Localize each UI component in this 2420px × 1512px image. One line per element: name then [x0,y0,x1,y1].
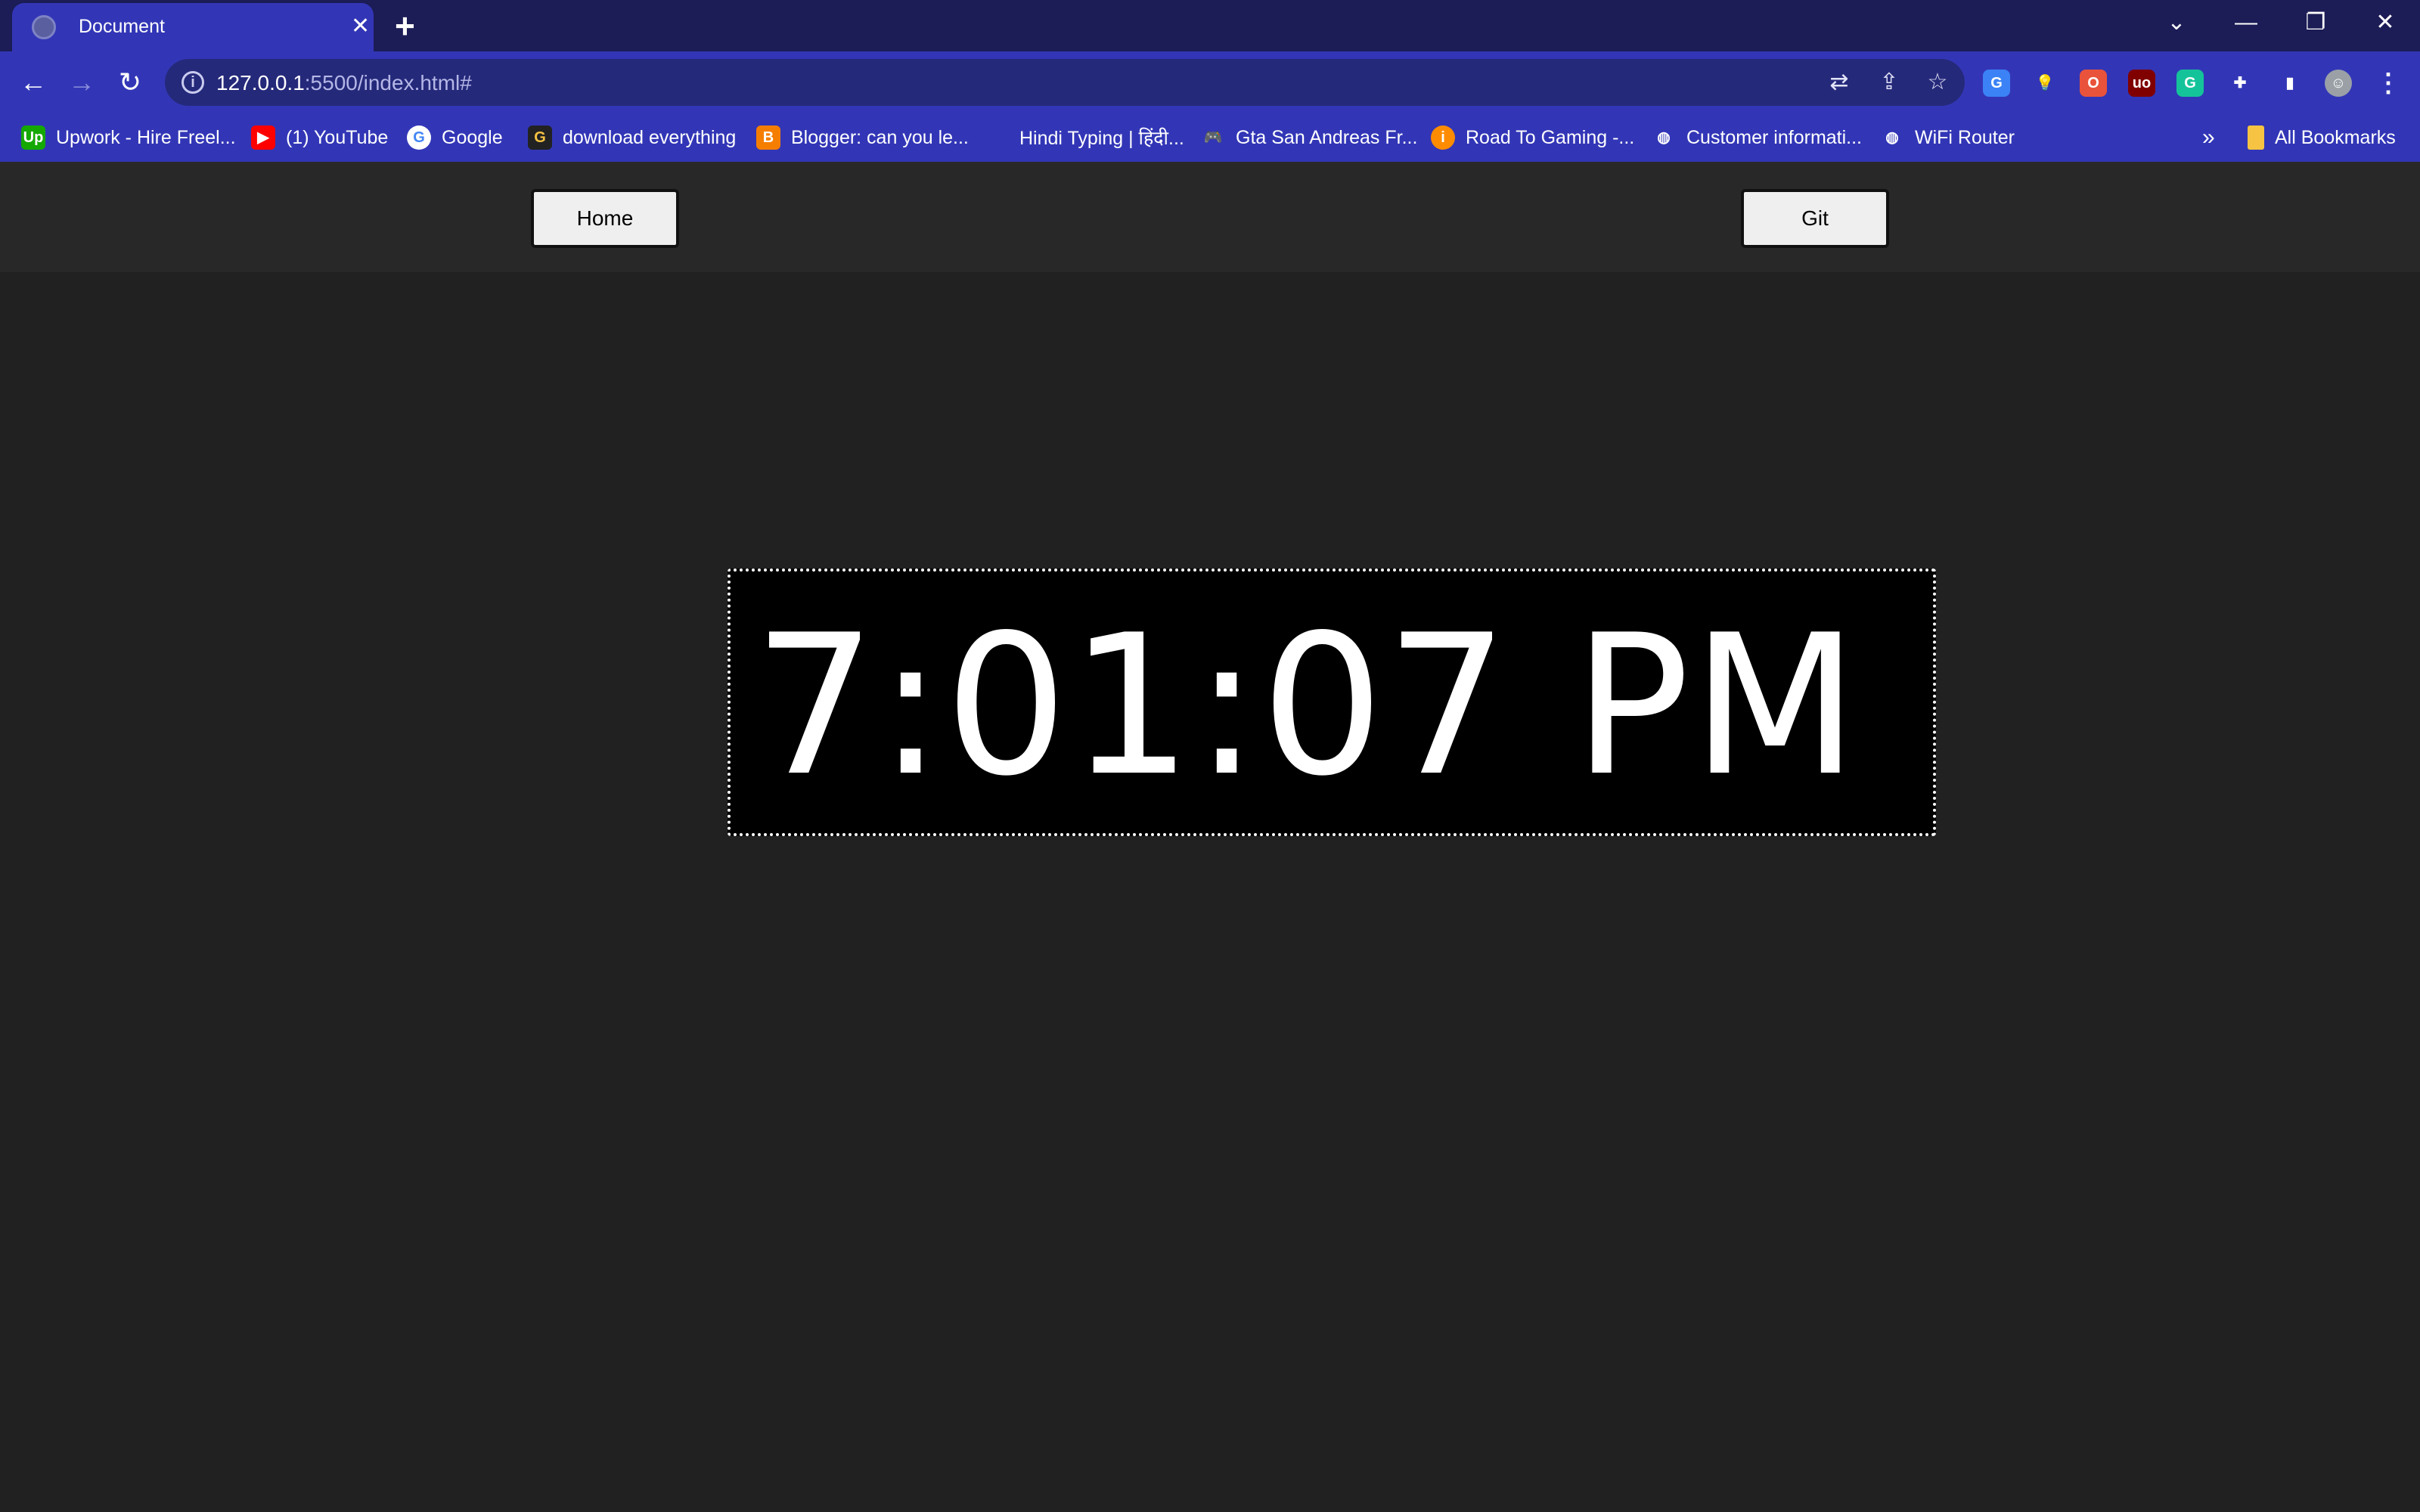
new-tab-icon[interactable]: + [395,8,415,44]
menu-icon[interactable]: ⋮ [2375,70,2402,97]
bookmark-item[interactable]: G Google [407,124,503,151]
bulb-ext-icon[interactable]: 💡 [2031,70,2059,97]
digital-clock: 7:01:07 PM [728,569,1936,836]
globe-favicon-icon [32,15,56,39]
url-path: :5500/index.html# [304,71,472,94]
globe-icon: ◍ [1652,125,1676,150]
git-button[interactable]: Git [1741,189,1889,248]
site-info-icon[interactable]: i [182,71,204,94]
gamepad-icon: 🎮 [1201,125,1225,150]
bookmark-star-icon[interactable]: ☆ [1924,70,1951,97]
bookmark-item[interactable]: Up Upwork - Hire Freel... [21,124,236,151]
opera-ext-icon[interactable]: O [2080,70,2107,97]
profile-avatar-icon[interactable]: ☺ [2325,70,2352,97]
bookmark-label: (1) YouTube [286,126,389,148]
bookmark-label: Customer informati... [1686,126,1863,148]
puzzle-ext-icon[interactable]: ✚ [2226,70,2254,97]
download-g-icon: G [528,125,552,150]
page-content: Home Git 7:01:07 PM [0,162,2420,1512]
bookmark-label: Google [442,126,503,148]
grammarly-ext-icon[interactable]: G [2176,70,2204,97]
close-window-icon[interactable]: ✕ [2363,6,2408,39]
bookmark-item[interactable]: 🎮 Gta San Andreas Fr... [1201,124,1417,151]
restore-icon[interactable]: ❐ [2293,6,2338,39]
bookmark-item[interactable]: i Road To Gaming -... [1431,124,1634,151]
reload-icon[interactable]: ↻ [112,65,148,101]
bookmark-item[interactable]: ◍ Customer informati... [1652,124,1862,151]
upwork-icon: Up [21,125,45,150]
clock-time: 7:01:07 PM [753,593,1860,819]
bookmark-label: Gta San Andreas Fr... [1236,126,1418,148]
bookmark-label: download everything [563,126,737,148]
address-bar[interactable]: i 127.0.0.1:5500/index.html# ⇄ ⇪ ☆ [165,59,1965,106]
bookmark-label: Upwork - Hire Freel... [56,126,236,148]
bookmark-label: WiFi Router [1915,126,2015,148]
bookmark-label: Road To Gaming -... [1466,126,1635,148]
url-text[interactable]: 127.0.0.1:5500/index.html# [216,71,472,95]
bookmark-item[interactable]: B Blogger: can you le... [756,124,969,151]
site-nav-bar: Home Git [0,162,2420,272]
share-icon[interactable]: ⇪ [1876,70,1903,97]
info-orange-icon: i [1431,125,1455,150]
all-bookmarks-folder[interactable]: All Bookmarks [2248,124,2396,151]
bookmarks-bar: Up Upwork - Hire Freel... ▶ (1) YouTube G Goo… [0,113,2420,162]
youtube-icon: ▶ [251,125,275,150]
bookmark-item[interactable]: ▶ (1) YouTube [251,124,388,151]
more-bookmarks-icon[interactable]: » [2202,124,2215,151]
blogger-icon: B [756,125,780,150]
tab-title: Document [79,16,165,37]
bookmark-item[interactable]: Hindi Typing | हिंदी... [1019,124,1184,151]
ublock-ext-icon[interactable]: uo [2128,70,2155,97]
folder-icon [2248,125,2264,150]
bookmark-label: Hindi Typing | हिंदी... [1019,128,1184,149]
tab-close-icon[interactable]: ✕ [351,14,370,39]
translate-ext-icon[interactable]: G [1983,70,2010,97]
bookmark-item[interactable]: Gdownload everything [528,124,736,151]
google-icon: G [407,125,431,150]
back-icon[interactable]: ← [15,65,51,101]
bookmark-label: Blogger: can you le... [791,126,969,148]
tab-search-dropdown-icon[interactable]: ⌄ [2154,6,2199,39]
globe-icon: ◍ [1880,125,1904,150]
minimize-icon[interactable]: — [2223,6,2269,39]
all-bookmarks-label: All Bookmarks [2275,126,2396,148]
home-button[interactable]: Home [531,189,679,248]
forward-icon[interactable]: → [64,65,100,101]
tab-document[interactable]: Document ✕ [12,3,374,51]
translate-icon[interactable]: ⇄ [1826,70,1853,97]
sidepanel-icon[interactable]: ▮ [2276,70,2304,97]
url-host: 127.0.0.1 [216,71,305,94]
tab-strip: Document ✕ + ⌄ — ❐ ✕ [0,0,2420,51]
bookmark-item[interactable]: ◍ WiFi Router [1880,124,2015,151]
